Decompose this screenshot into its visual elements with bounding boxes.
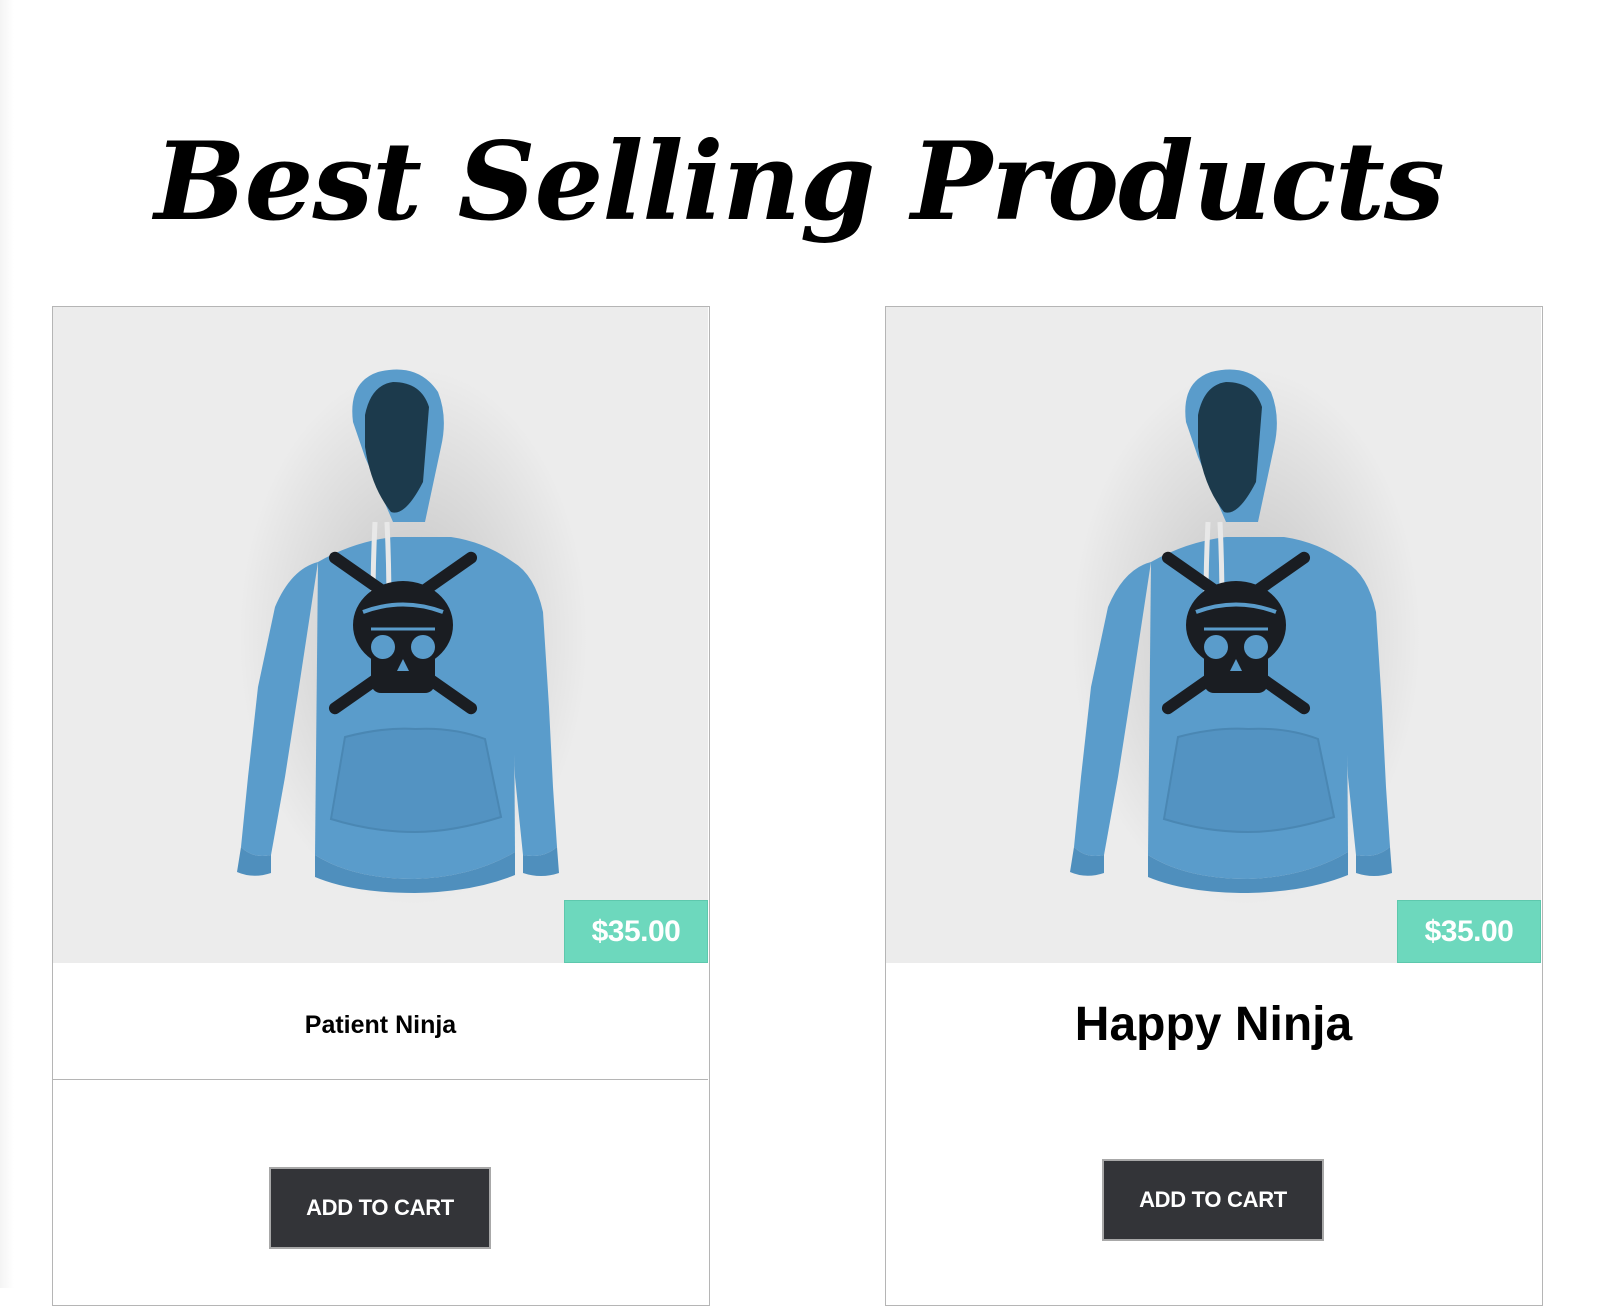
product-name[interactable]: Patient Ninja <box>53 1007 708 1043</box>
add-to-cart-button[interactable]: ADD TO CART <box>1102 1159 1324 1241</box>
hoodie-image <box>1070 367 1421 907</box>
card-divider <box>53 1079 708 1080</box>
product-card: $35.00 Happy Ninja ADD TO CART <box>885 306 1543 1306</box>
price-badge: $35.00 <box>564 900 708 963</box>
product-image[interactable]: $35.00 <box>886 307 1541 963</box>
price-badge: $35.00 <box>1397 900 1541 963</box>
product-name[interactable]: Happy Ninja <box>886 997 1541 1053</box>
product-image[interactable]: $35.00 <box>53 307 708 963</box>
hoodie-image <box>237 367 588 907</box>
add-to-cart-button[interactable]: ADD TO CART <box>269 1167 491 1249</box>
page-title: Best Selling Products <box>154 119 1444 246</box>
product-card: $35.00 Patient Ninja ADD TO CART <box>52 306 710 1306</box>
